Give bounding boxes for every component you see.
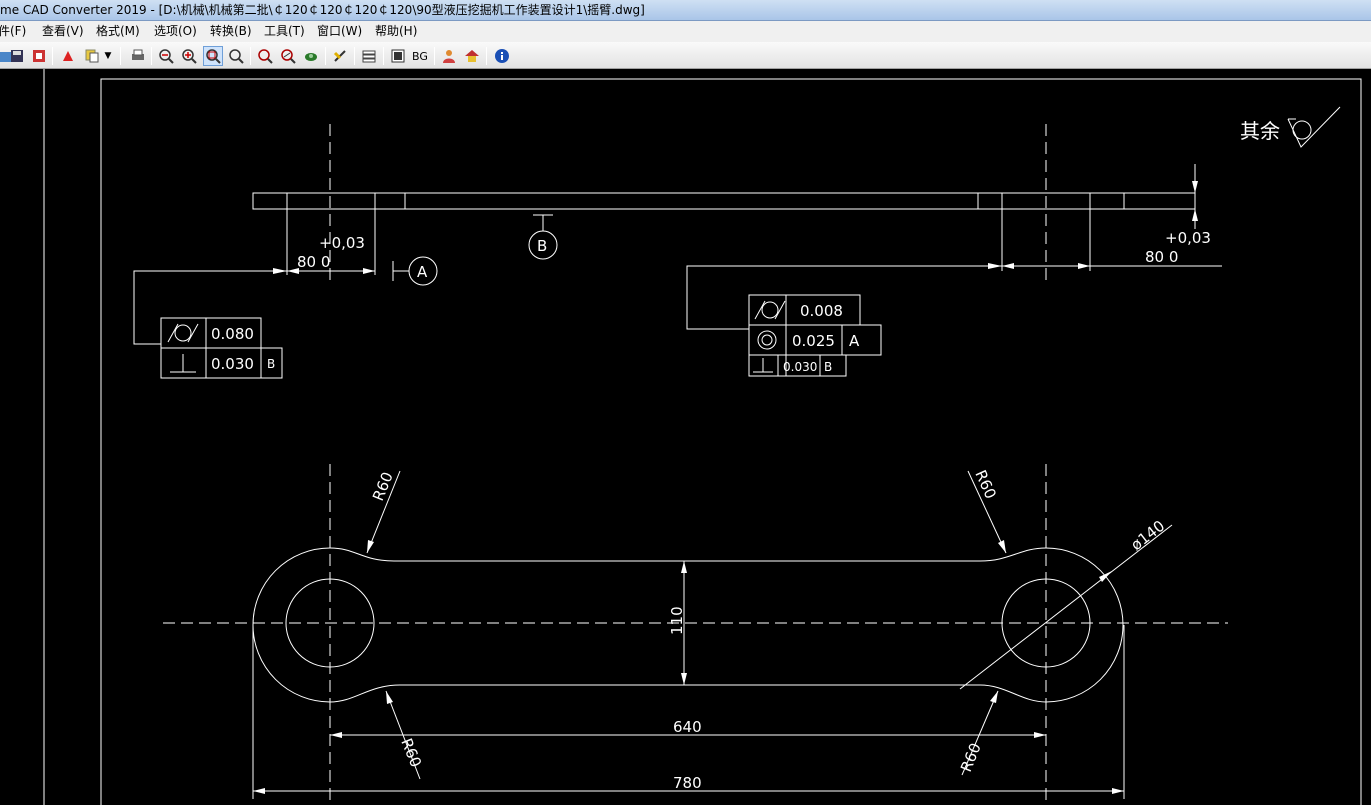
convert-icon[interactable] [330,46,350,66]
radius-label-top-right: R60 [971,467,999,501]
menu-options[interactable]: 选项(O) [152,21,199,42]
dimension-640: 640 [673,718,702,736]
fcf-right-ref-2: A [849,332,860,350]
radius-label-bottom-right: R60 [957,740,985,774]
zoom-in-icon[interactable] [179,46,199,66]
arm-side-view [252,192,1196,210]
menu-window[interactable]: 窗口(W) [315,21,364,42]
fcf-right-value-1: 0.008 [800,302,843,320]
tolerance-right-lower: 80 0 [1145,248,1178,266]
zoom-extents-icon[interactable] [255,46,275,66]
copy-icon[interactable] [82,46,102,66]
radius-label-top-left: R60 [369,469,397,503]
fcf-right-ref-3: B [824,360,832,374]
save-icon[interactable] [7,46,27,66]
arm-outline [252,547,1124,703]
feature-control-frame-right: 0.008 0.025 A 0.030 B [748,294,882,377]
dropdown-arrow-icon[interactable]: ▼ [102,46,114,66]
home-icon[interactable] [462,46,482,66]
zoom-previous-icon[interactable] [278,46,298,66]
zoom-window-icon[interactable] [203,46,223,66]
diameter-label: ø140 [1127,517,1168,554]
print-icon[interactable] [128,46,148,66]
toolbar-separator [383,47,384,65]
roughness-note: 其余 [1240,119,1280,143]
pan-icon[interactable] [226,46,246,66]
window-title: me CAD Converter 2019 - [D:\机械\机械第二批\￠12… [0,3,645,17]
toolbar-separator [250,47,251,65]
datum-a-label: A [417,263,428,281]
fcf-left-value-1: 0.080 [211,325,254,343]
menu-file[interactable]: 件(F) [0,21,28,42]
toolbar-separator [354,47,355,65]
toolbar-separator [120,47,121,65]
dimension-110: 110 [668,606,686,635]
info-icon[interactable] [492,46,512,66]
menu-help[interactable]: 帮助(H) [373,21,419,42]
feature-control-frame-left: 0.080 0.030 B [160,317,283,379]
pdf-icon[interactable] [58,46,78,66]
menu-bar: 件(F) 查看(V) 格式(M) 选项(O) 转换(B) 工具(T) 窗口(W)… [0,21,1371,42]
black-white-icon[interactable] [388,46,408,66]
layers-icon[interactable] [301,46,321,66]
toolbar: ▼ BG [0,42,1371,69]
zoom-out-icon[interactable] [156,46,176,66]
tolerance-left-lower: 80 0 [297,253,330,271]
layer-stack-icon[interactable] [359,46,379,66]
radius-label-bottom-left: R60 [397,736,425,770]
datum-b-label: B [537,237,547,255]
menu-tools[interactable]: 工具(T) [262,21,307,42]
title-bar: me CAD Converter 2019 - [D:\机械\机械第二批\￠12… [0,0,1371,21]
tolerance-right-upper: +0,03 [1165,229,1211,247]
toolbar-separator [325,47,326,65]
menu-view[interactable]: 查看(V) [40,21,86,42]
export-icon[interactable] [29,46,49,66]
surface-roughness-symbol [1287,106,1341,148]
menu-convert[interactable]: 转换(B) [208,21,254,42]
fcf-left-ref-2: B [267,357,275,371]
toolbar-separator [486,47,487,65]
drawing-canvas[interactable]: 其余 +0,03 80 0 A B 0.080 0.030 B +0,03 80… [0,69,1371,805]
toolbar-separator [151,47,152,65]
cad-drawing: 其余 +0,03 80 0 A B 0.080 0.030 B +0,03 80… [43,69,1362,805]
drawing-border [100,78,1362,805]
toolbar-separator [434,47,435,65]
toolbar-separator [52,47,53,65]
fcf-right-value-3: 0.030 [783,360,817,374]
menu-format[interactable]: 格式(M) [94,21,142,42]
user-icon[interactable] [439,46,459,66]
fcf-right-value-2: 0.025 [792,332,835,350]
tolerance-left-upper: +0,03 [319,234,365,252]
dimension-780: 780 [673,774,702,792]
fcf-left-value-2: 0.030 [211,355,254,373]
background-button[interactable]: BG [410,46,430,66]
